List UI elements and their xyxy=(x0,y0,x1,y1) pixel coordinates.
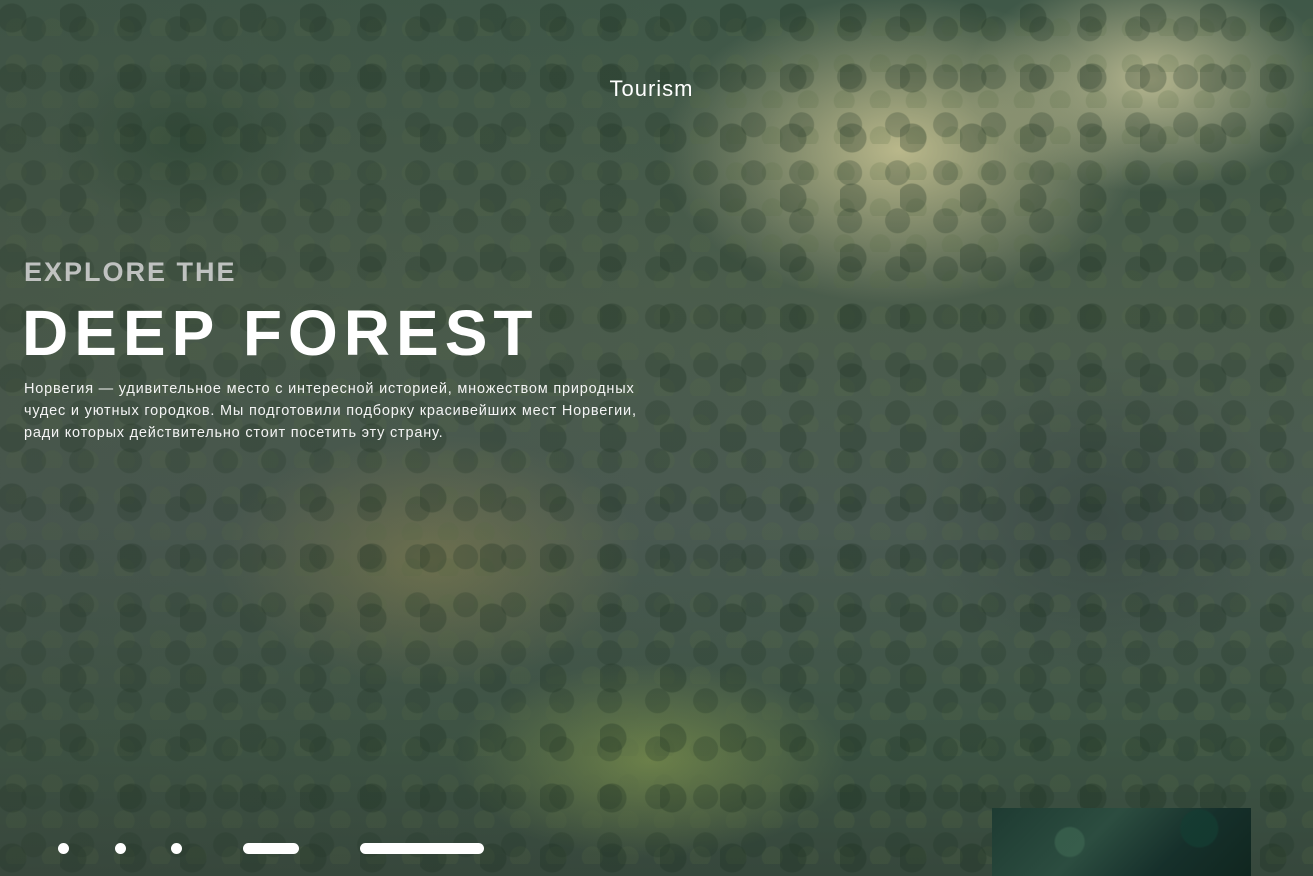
hero-section: Tourism EXPLORE THE DEEP FOREST Норвегия… xyxy=(0,0,1313,876)
forest-thumbnail[interactable] xyxy=(992,808,1251,876)
brand-logo-link[interactable]: Tourism xyxy=(0,76,1303,102)
slider-dot-2[interactable] xyxy=(115,843,126,854)
hero-title: DEEP FOREST xyxy=(22,297,539,369)
slider-dot-1[interactable] xyxy=(58,843,69,854)
slider-indicator-active[interactable] xyxy=(360,843,484,854)
slider-dot-3[interactable] xyxy=(171,843,182,854)
hero-description: Норвегия — удивительное место с интересн… xyxy=(24,381,637,441)
hero-kicker: EXPLORE THE xyxy=(24,257,237,287)
slider-indicator-4[interactable] xyxy=(243,843,299,854)
slider-pagination xyxy=(58,843,498,855)
